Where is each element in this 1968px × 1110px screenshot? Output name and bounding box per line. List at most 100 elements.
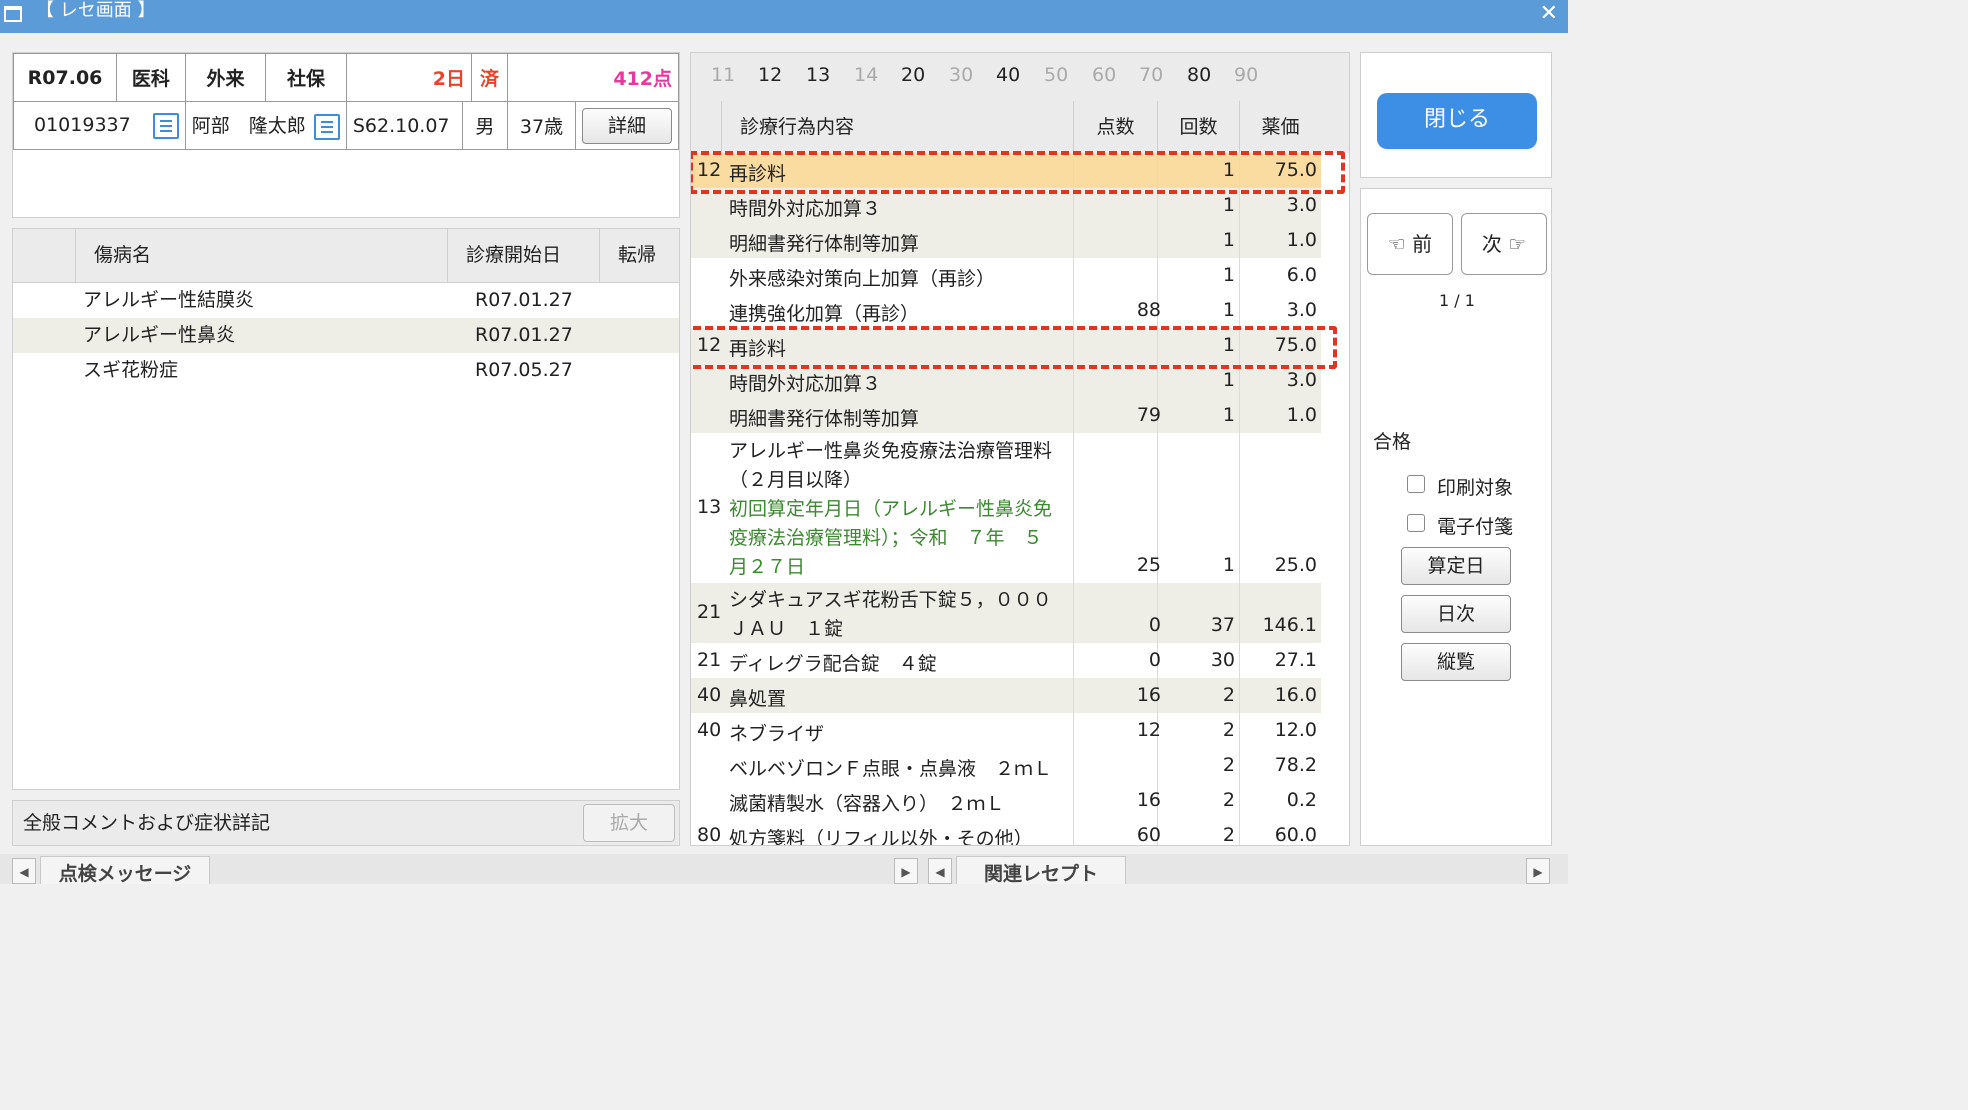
tab-60[interactable]: 60 — [1092, 53, 1116, 97]
close-panel: 閉じる — [1360, 52, 1552, 178]
treatment-header: 診療行為内容 点数 回数 薬価 — [691, 101, 1349, 153]
scroll-left-icon[interactable]: ◀ — [928, 858, 952, 884]
birth-date: S62.10.07 — [345, 101, 463, 150]
cell-divider — [1073, 748, 1074, 783]
status-badge: 済 — [471, 53, 508, 102]
scroll-left-icon[interactable]: ◀ — [12, 858, 36, 884]
print-checkbox[interactable] — [1407, 475, 1425, 493]
treatment-points: 60 — [1136, 823, 1161, 846]
treatment-count: 1 — [1222, 263, 1235, 286]
treatment-row[interactable]: ネブライザ 40 12 2 12.0 — [691, 713, 1321, 748]
detail-button[interactable]: 詳細 — [582, 107, 672, 144]
patient-id-cell: 01019337 — [13, 101, 186, 150]
list-item[interactable]: スギ花粉症 R07.05.27 — [13, 353, 679, 388]
tab-70[interactable]: 70 — [1139, 53, 1163, 97]
scroll-right-icon[interactable]: ▶ — [1526, 858, 1550, 884]
treatment-row[interactable]: 明細書発行体制等加算 1 1.0 — [691, 223, 1321, 258]
treatment-name: 連携強化加算（再診） — [729, 302, 920, 325]
close-icon[interactable]: ✕ — [1540, 0, 1558, 28]
tab-related-receipts[interactable]: 関連レセプト — [956, 856, 1126, 885]
header-outcome: 転帰 — [599, 229, 679, 283]
document-icon[interactable] — [313, 113, 340, 140]
scroll-right-icon[interactable]: ▶ — [894, 858, 918, 884]
treatment-row[interactable]: 処方箋料（リフィル以外・その他） 80 60 2 60.0 — [691, 818, 1321, 846]
treatment-count: 1 — [1222, 403, 1235, 426]
treatment-name: ＪＡＵ １錠 — [729, 618, 844, 640]
treatment-name: （２月目以降） — [729, 469, 863, 491]
tab-12[interactable]: 12 — [758, 53, 782, 97]
category-tabs: 11 12 13 14 20 30 40 50 60 70 80 90 — [691, 53, 1349, 101]
treatment-row[interactable]: アレルギー性鼻炎免疫療法治療管理料 （２月目以降） 初回算定年月日（アレルギー性鼻炎… — [691, 433, 1321, 583]
header-points: 点数 — [1073, 101, 1157, 153]
cell-divider — [1073, 223, 1074, 258]
tab-check-messages[interactable]: 点検メッセージ — [40, 856, 210, 885]
title-bar: 【 レセ画面 】 ✕ — [0, 0, 1568, 33]
tab-80[interactable]: 80 — [1187, 53, 1211, 97]
visit-type: 外来 — [184, 53, 267, 102]
treatment-name: 時間外対応加算３ — [729, 372, 882, 395]
treatment-row[interactable]: ベルベゾロンＦ点眼・点鼻液 ２ｍＬ 2 78.2 — [691, 748, 1321, 783]
treatment-name: 処方箋料（リフィル以外・その他） — [729, 827, 1033, 846]
claim-period: R07.06 — [12, 53, 118, 102]
prev-button[interactable]: ☜ 前 — [1367, 213, 1453, 275]
treatment-count: 1 — [1222, 554, 1235, 576]
comment-bar: 全般コメントおよび症状詳記 拡大 — [12, 800, 680, 846]
disease-name: スギ花粉症 — [83, 359, 179, 381]
treatment-count: 37 — [1210, 614, 1235, 636]
calc-date-button[interactable]: 算定日 — [1401, 547, 1511, 585]
treatment-count: 2 — [1222, 823, 1235, 846]
list-item[interactable]: アレルギー性鼻炎 R07.01.27 — [13, 318, 679, 353]
disease-name: アレルギー性結膜炎 — [83, 289, 255, 311]
treatment-points: 0 — [1148, 648, 1161, 671]
treatment-row[interactable]: 滅菌精製水（容器入り） ２ｍＬ 16 2 0.2 — [691, 783, 1321, 818]
treatment-name: 初回算定年月日（アレルギー性鼻炎免 — [729, 498, 1053, 520]
print-label: 印刷対象 — [1437, 477, 1514, 499]
tab-11[interactable]: 11 — [711, 53, 735, 97]
treatment-points: 88 — [1136, 298, 1161, 321]
disease-name: アレルギー性鼻炎 — [83, 324, 236, 346]
bottom-bar: ◀ 点検メッセージ ▶ ◀ 関連レセプト ▶ — [0, 854, 1568, 885]
expand-button[interactable]: 拡大 — [583, 804, 675, 842]
daily-button[interactable]: 日次 — [1401, 595, 1511, 633]
treatment-row[interactable]: 明細書発行体制等加算 79 1 1.0 — [691, 398, 1321, 433]
tab-13[interactable]: 13 — [806, 53, 830, 97]
highlight-box — [691, 151, 1345, 194]
tab-40[interactable]: 40 — [996, 53, 1020, 97]
treatment-price: 25.0 — [1274, 554, 1317, 576]
document-icon[interactable] — [152, 112, 179, 139]
list-item[interactable]: アレルギー性結膜炎 R07.01.27 — [13, 283, 679, 318]
tab-14[interactable]: 14 — [854, 53, 878, 97]
treatment-count: 2 — [1222, 683, 1235, 706]
treatment-count: 1 — [1222, 228, 1235, 251]
treatment-count: 2 — [1222, 718, 1235, 741]
next-button[interactable]: 次 ☞ — [1461, 213, 1547, 275]
treatment-name: 明細書発行体制等加算 — [729, 407, 920, 430]
tab-50[interactable]: 50 — [1044, 53, 1068, 97]
treatment-count: 1 — [1222, 298, 1235, 321]
patient-id: 01019337 — [34, 114, 131, 136]
treatment-row[interactable]: ディレグラ配合錠 ４錠 21 0 30 27.1 — [691, 643, 1321, 678]
treatment-points: 12 — [1136, 718, 1161, 741]
attach-checkbox[interactable] — [1407, 514, 1425, 532]
treatment-code: 21 — [697, 601, 722, 623]
tab-20[interactable]: 20 — [901, 53, 925, 97]
treatment-price: 6.0 — [1286, 263, 1317, 286]
treatment-code: 80 — [697, 823, 722, 846]
treatment-name: ベルベゾロンＦ点眼・点鼻液 ２ｍＬ — [729, 757, 1053, 780]
patient-name: 阿部 隆太郎 — [191, 115, 306, 138]
tab-90[interactable]: 90 — [1234, 53, 1258, 97]
treatment-row[interactable]: 鼻処置 40 16 2 16.0 — [691, 678, 1321, 713]
treatment-price: 12.0 — [1274, 718, 1317, 741]
header-start-date: 診療開始日 — [447, 229, 599, 283]
treatment-row[interactable]: 連携強化加算（再診） 88 1 3.0 — [691, 293, 1321, 328]
treatment-row[interactable]: シダキュアスギ花粉舌下錠５，０００ ＪＡＵ １錠 21 0 37 146.1 — [691, 583, 1321, 643]
treatment-price: 3.0 — [1286, 193, 1317, 216]
vertical-view-button[interactable]: 縦覧 — [1401, 643, 1511, 681]
treatment-points: 0 — [1148, 614, 1161, 636]
treatment-name: 鼻処置 — [729, 687, 787, 710]
treatment-row[interactable]: 外来感染対策向上加算（再診） 1 6.0 — [691, 258, 1321, 293]
treatment-points: 16 — [1136, 683, 1161, 706]
tab-30[interactable]: 30 — [949, 53, 973, 97]
close-button[interactable]: 閉じる — [1377, 93, 1537, 149]
treatment-panel: 11 12 13 14 20 30 40 50 60 70 80 90 診療行為… — [690, 52, 1350, 846]
